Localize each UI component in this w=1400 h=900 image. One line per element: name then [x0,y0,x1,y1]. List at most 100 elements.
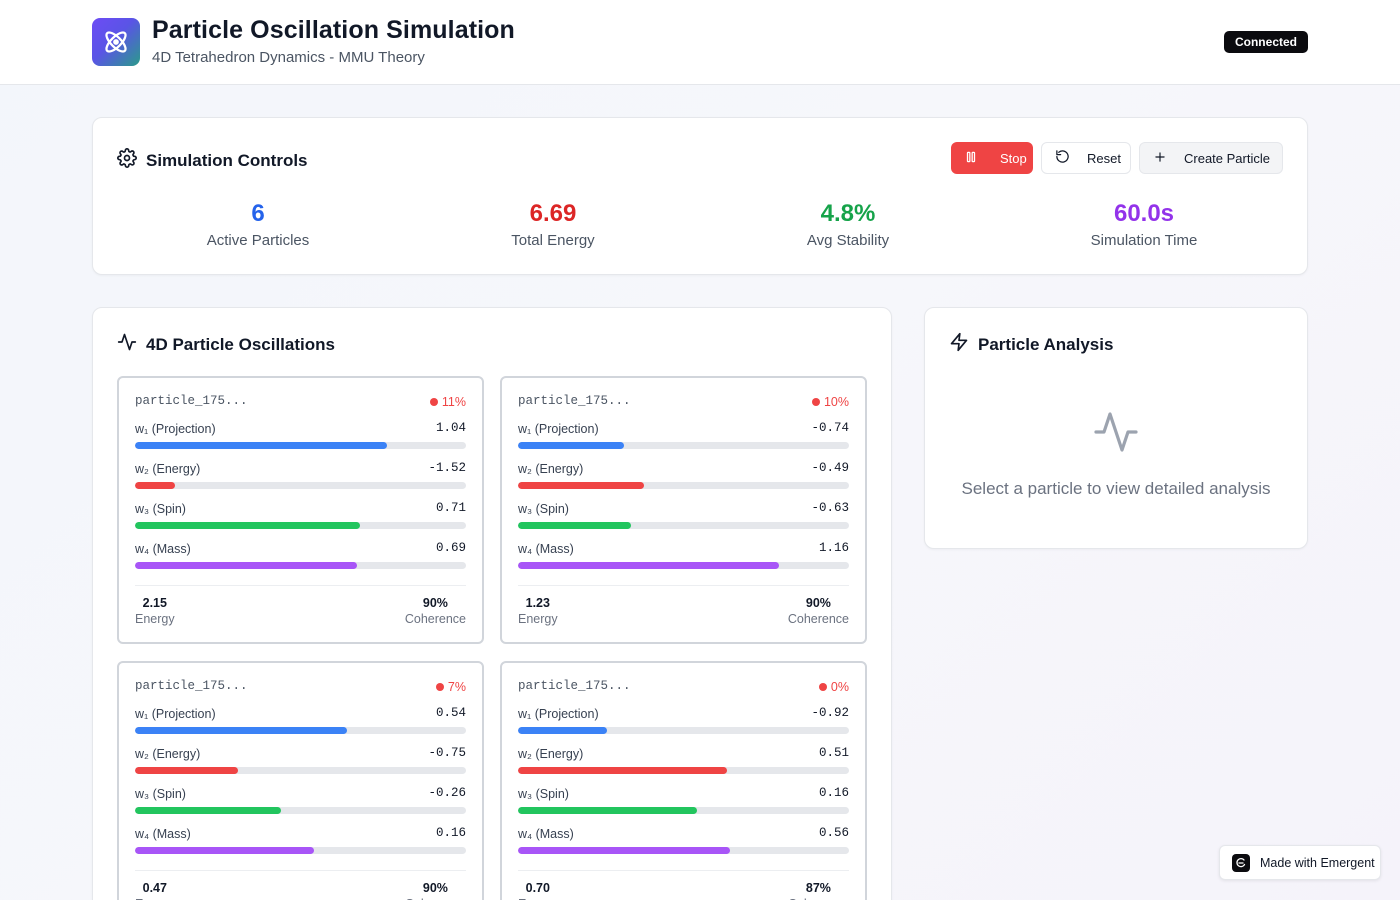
energy-metric: 2.15 Energy [135,596,175,626]
dimension-label: w₃ (Spin) [518,502,569,516]
energy-label: Energy [518,612,558,626]
controls-title: Simulation Controls [146,150,308,170]
dimension-bar-fill [135,522,361,529]
dimension-value: 0.51 [818,746,849,760]
stability-indicator: 0% [818,680,849,694]
stop-button[interactable]: Stop [951,142,1033,174]
energy-value: 2.15 [142,596,167,610]
coherence-value: 90% [805,596,831,610]
dimension-label: w₃ (Spin) [518,787,569,801]
plus-icon [1153,150,1167,167]
activity-icon [1092,412,1140,460]
dimension-bar-track [518,767,849,774]
reset-button-label: Reset [1087,150,1121,166]
stability-indicator: 11% [429,395,466,409]
made-with-label: Made with Emergent [1260,855,1375,870]
stat-value: 60.0s [1113,200,1175,227]
dimension-label: w₂ (Energy) [518,462,584,476]
dimension-bar-track [135,442,466,449]
dimension-row: w₂ (Energy) 0.51 [518,746,849,787]
dimension-row: w₄ (Mass) 1.16 [518,541,849,582]
dimension-value: 0.71 [435,501,466,515]
dimension-bar-track [135,767,466,774]
dimension-bar-fill [518,767,727,774]
oscillations-card: 4D Particle Oscillations particle_175...… [92,307,892,900]
stability-value: 0% [830,680,849,694]
stat-avg-stability: 4.8% Avg Stability [728,200,968,249]
status-dot-icon [811,398,820,406]
dimension-bar-fill [135,442,387,449]
stat-label: Active Particles [206,232,310,249]
particle-card[interactable]: particle_175... 11% w₁ (Projection) 1.04 w₂ … [117,376,484,644]
analysis-title: Particle Analysis [978,334,1114,354]
dimension-label: w₁ (Projection) [135,422,216,436]
dimension-label: w₂ (Energy) [135,462,201,476]
coherence-metric: 90% Coherence [405,596,466,626]
coherence-metric: 87%Coherence [788,881,849,900]
coherence-label: Coherence [404,612,466,626]
reset-button[interactable]: Reset [1041,142,1131,174]
dimension-bar-track [135,522,466,529]
dimension-row: w₃ (Spin) 0.71 [135,501,466,542]
dimension-row: w₁ (Projection) -0.74 [518,421,849,462]
simulation-controls-card: Simulation Controls Stop Reset Create Pa… [92,117,1308,275]
energy-value: 0.70 [525,881,550,895]
energy-value: 1.23 [525,596,550,610]
stat-simulation-time: 60.0s Simulation Time [1024,200,1264,249]
coherence-value: 87% [805,881,831,895]
controls-header: Simulation Controls [117,148,308,173]
stat-total-energy: 6.69 Total Energy [433,200,673,249]
dimension-row: w₃ (Spin) -0.26 [135,786,466,827]
dimension-value: 0.69 [435,541,466,555]
dimension-label: w₄ (Mass) [518,542,574,556]
analysis-card: Particle Analysis Select a particle to v… [924,307,1308,549]
dimension-row: w₂ (Energy) -1.52 [135,461,466,502]
dimension-value: 1.16 [818,541,849,555]
dimension-label: w₁ (Projection) [518,422,599,436]
dimension-row: w₂ (Energy) -0.49 [518,461,849,502]
dimension-label: w₁ (Projection) [135,707,216,721]
dimension-bar-track [135,847,466,854]
stat-label: Total Energy [511,232,595,249]
dimension-bar-fill [135,562,357,569]
particle-footer: 2.15 Energy 90% Coherence [135,585,466,642]
particle-id: particle_175... [518,394,631,408]
create-particle-button[interactable]: Create Particle [1139,142,1283,174]
coherence-metric: 90% Coherence [788,596,849,626]
dimension-value: -0.74 [811,421,849,435]
dimension-value: 0.16 [435,826,466,840]
dimension-bar-track [518,522,849,529]
oscillations-header: 4D Particle Oscillations [117,332,335,357]
made-with-emergent-badge[interactable]: Made with Emergent [1219,845,1381,880]
dimension-bar-track [135,482,466,489]
pause-icon [964,150,978,167]
dimension-row: w₄ (Mass) 0.16 [135,826,466,867]
dimension-bar-fill [135,482,175,489]
analysis-empty-state: Select a particle to view detailed analy… [925,408,1307,499]
stability-value: 10% [823,395,849,409]
dimension-label: w₃ (Spin) [135,787,186,801]
dimension-bar-fill [518,847,730,854]
dimension-label: w₂ (Energy) [518,747,584,761]
particle-card[interactable]: particle_175... 0% w₁ (Projection) -0.92 w₂ … [500,661,867,900]
page-title: Particle Oscillation Simulation [152,16,515,44]
dimension-row: w₁ (Projection) 0.54 [135,706,466,747]
energy-label: Energy [135,612,175,626]
particle-card[interactable]: particle_175... 7% w₁ (Projection) 0.54 w₂ (… [117,661,484,900]
stat-value: 6.69 [529,200,577,227]
stability-value: 7% [447,680,466,694]
oscillations-title: 4D Particle Oscillations [146,334,335,354]
particle-footer: 0.70Energy 87%Coherence [518,870,849,900]
page-subtitle: 4D Tetrahedron Dynamics - MMU Theory [152,49,425,66]
dimension-label: w₄ (Mass) [518,827,574,841]
particle-id: particle_175... [135,394,248,408]
dimension-value: 0.54 [435,706,466,720]
energy-value: 0.47 [142,881,167,895]
dimension-value: -0.49 [811,461,849,475]
dimension-bar-track [135,807,466,814]
dimension-value: 1.04 [435,421,466,435]
dimension-value: -0.63 [811,501,849,515]
energy-metric: 1.23 Energy [518,596,558,626]
stat-label: Avg Stability [806,232,890,249]
particle-card[interactable]: particle_175... 10% w₁ (Projection) -0.74 w₂… [500,376,867,644]
